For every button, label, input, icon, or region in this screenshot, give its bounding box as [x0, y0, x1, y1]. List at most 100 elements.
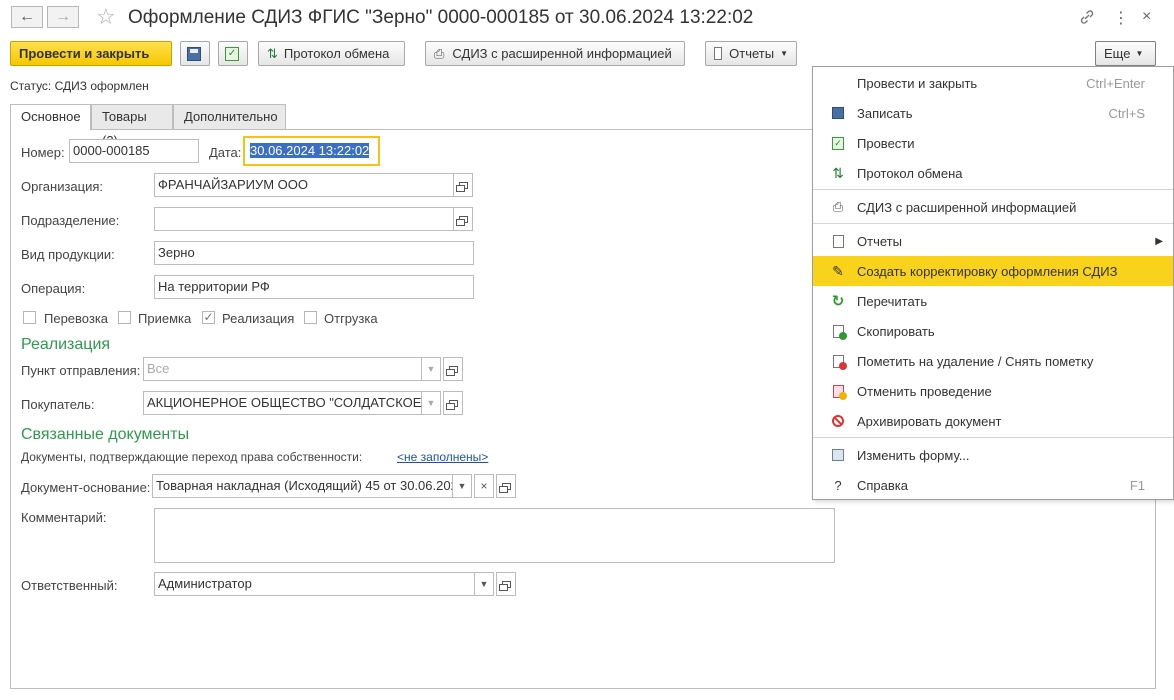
print-icon: ⎙ — [434, 45, 445, 61]
checkbox-sale-label: Реализация — [222, 311, 295, 326]
open-icon — [498, 580, 511, 591]
tab-additional[interactable]: Дополнительно — [173, 104, 286, 129]
reports-icon — [830, 233, 846, 249]
arrow-left-icon: ← — [19, 8, 35, 25]
subdivision-label: Подразделение: — [21, 213, 120, 228]
unpost-icon — [830, 383, 847, 400]
menu-item-help[interactable]: ? Справка F1 — [813, 470, 1173, 500]
date-field[interactable]: 30.06.2024 13:22:02 — [243, 136, 380, 166]
open-icon — [455, 215, 468, 226]
departure-label: Пункт отправления: — [21, 363, 141, 378]
more-vertical-icon[interactable]: ⋮ — [1113, 8, 1129, 28]
number-field[interactable]: 0000-000185 — [69, 139, 199, 163]
pencil-icon: ✎ — [832, 262, 844, 279]
departure-field[interactable]: Все — [143, 357, 423, 381]
help-icon: ? — [834, 477, 842, 493]
sdiz-extended-button[interactable]: ⎙ СДИЗ с расширенной информацией — [425, 41, 685, 66]
archive-icon — [830, 413, 846, 429]
open-icon — [498, 482, 511, 493]
favorite-star-icon[interactable]: ☆ — [96, 4, 116, 30]
responsible-open-button[interactable] — [496, 572, 516, 596]
menu-item-archive[interactable]: Архивировать документ — [813, 406, 1173, 436]
organization-open-button[interactable] — [453, 173, 473, 197]
refresh-icon: ↻ — [831, 293, 845, 310]
checkbox-shipment-label: Отгрузка — [324, 311, 378, 326]
tab-goods[interactable]: Товары (2) — [91, 104, 173, 148]
base-doc-label: Документ-основание: — [21, 480, 151, 495]
subdivision-open-button[interactable] — [453, 207, 473, 231]
arrow-right-icon: → — [55, 8, 71, 25]
chevron-down-icon: ▼ — [1135, 49, 1144, 58]
menu-item-post[interactable]: ✓ Провести — [813, 128, 1173, 158]
operation-label: Операция: — [21, 281, 86, 296]
form-settings-icon — [830, 447, 846, 463]
responsible-dropdown-button[interactable]: ▼ — [474, 572, 494, 596]
reports-button[interactable]: Отчеты ▼ — [705, 41, 797, 66]
departure-dropdown-button[interactable]: ▼ — [421, 357, 441, 381]
checkbox-acceptance[interactable] — [118, 311, 131, 324]
back-button[interactable]: ← — [11, 6, 43, 28]
date-label: Дата: — [209, 145, 242, 160]
departure-open-button[interactable] — [443, 357, 463, 381]
base-doc-field[interactable]: Товарная накладная (Исходящий) 45 от 30.… — [152, 474, 454, 498]
checkbox-shipment[interactable] — [304, 311, 317, 324]
post-button[interactable]: ✓ — [218, 41, 248, 66]
more-button[interactable]: Еще ▼ — [1095, 41, 1156, 66]
ownership-docs-link[interactable]: <не заполнены> — [397, 450, 488, 464]
menu-item-exchange-protocol[interactable]: ⇅ Протокол обмена — [813, 158, 1173, 188]
menu-item-post-and-close[interactable]: Провести и закрыть Ctrl+Enter — [813, 68, 1173, 98]
responsible-label: Ответственный: — [21, 578, 118, 593]
subdivision-field[interactable] — [154, 207, 454, 231]
menu-item-sdiz-extended[interactable]: ⎙ СДИЗ с расширенной информацией — [813, 192, 1173, 222]
menu-item-save[interactable]: Записать Ctrl+S — [813, 98, 1173, 128]
forward-button[interactable]: → — [47, 6, 79, 28]
post-and-close-button[interactable]: Провести и закрыть — [10, 41, 172, 66]
checkmark-icon: ✓ — [203, 310, 214, 324]
number-label: Номер: — [21, 145, 65, 160]
date-selected-text: 30.06.2024 13:22:02 — [250, 143, 370, 158]
reports-icon — [714, 47, 723, 60]
buyer-open-button[interactable] — [443, 391, 463, 415]
menu-item-reports[interactable]: Отчеты ▶ — [813, 226, 1173, 256]
comment-field[interactable] — [154, 508, 835, 563]
open-icon — [445, 399, 458, 410]
checkbox-sale[interactable]: ✓ — [202, 311, 215, 324]
open-icon — [445, 365, 458, 376]
menu-item-reread[interactable]: ↻ Перечитать — [813, 286, 1173, 316]
base-doc-clear-button[interactable]: × — [474, 474, 494, 498]
menu-item-copy[interactable]: Скопировать — [813, 316, 1173, 346]
chevron-down-icon: ▼ — [426, 398, 436, 408]
checkbox-transport[interactable] — [23, 311, 36, 324]
post-icon: ✓ — [225, 46, 239, 61]
menu-item-mark-delete[interactable]: Пометить на удаление / Снять пометку — [813, 346, 1173, 376]
open-icon — [455, 181, 468, 192]
clear-icon: × — [480, 479, 488, 493]
menu-item-change-form[interactable]: Изменить форму... — [813, 440, 1173, 470]
organization-field[interactable]: ФРАНЧАЙЗАРИУМ ООО — [154, 173, 454, 197]
section-linked-docs-title: Связанные документы — [21, 426, 190, 443]
tab-main[interactable]: Основное — [10, 104, 91, 130]
checkbox-acceptance-label: Приемка — [138, 311, 192, 326]
operation-field[interactable]: На территории РФ — [154, 275, 474, 299]
save-icon — [830, 105, 846, 121]
chevron-right-icon: ▶ — [1155, 235, 1163, 247]
base-doc-open-button[interactable] — [496, 474, 516, 498]
buyer-label: Покупатель: — [21, 397, 95, 412]
menu-item-create-correction[interactable]: ✎ Создать корректировку оформления СДИЗ — [813, 256, 1173, 286]
menu-item-unpost[interactable]: Отменить проведение — [813, 376, 1173, 406]
buyer-field[interactable]: АКЦИОНЕРНОЕ ОБЩЕСТВО "СОЛДАТСКОЕ" — [143, 391, 423, 415]
save-button[interactable] — [180, 41, 210, 66]
link-icon[interactable] — [1078, 8, 1096, 31]
status-text: Статус: СДИЗ оформлен — [10, 79, 149, 93]
exchange-protocol-button[interactable]: ⇅ Протокол обмена — [258, 41, 405, 66]
responsible-field[interactable]: Администратор — [154, 572, 476, 596]
delete-mark-icon — [830, 353, 847, 370]
product-type-field[interactable]: Зерно — [154, 241, 474, 265]
close-icon[interactable]: × — [1142, 8, 1151, 26]
menu-separator — [813, 189, 1173, 190]
buyer-dropdown-button[interactable]: ▼ — [421, 391, 441, 415]
save-icon — [187, 46, 201, 61]
comment-label: Комментарий: — [21, 510, 107, 525]
exchange-icon: ⇅ — [267, 45, 278, 61]
base-doc-dropdown-button[interactable]: ▼ — [452, 474, 472, 498]
